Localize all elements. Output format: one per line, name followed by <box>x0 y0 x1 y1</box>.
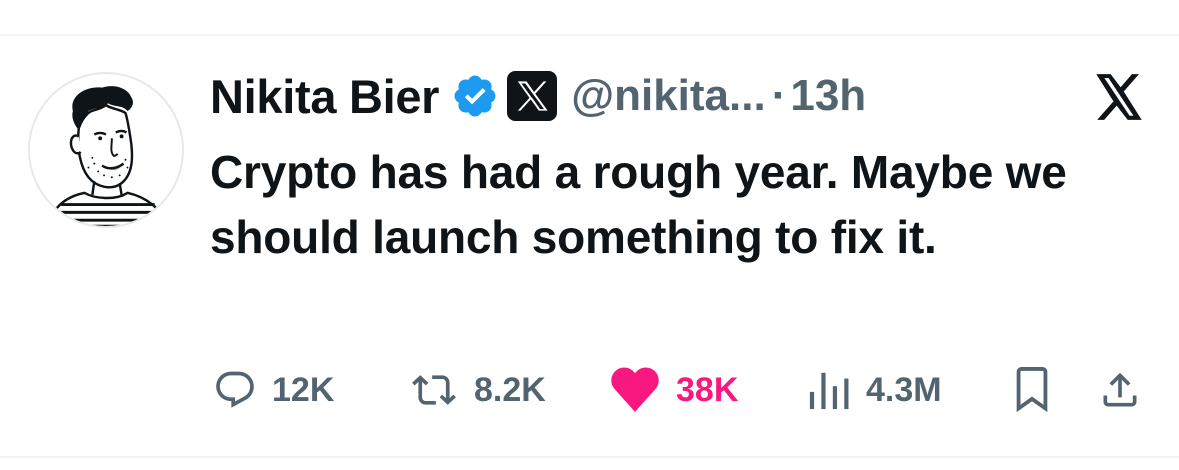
bottom-divider <box>0 456 1179 458</box>
x-logo-icon[interactable] <box>1094 74 1144 120</box>
reply-icon <box>212 368 258 412</box>
heart-icon <box>608 366 662 414</box>
avatar-illustration-icon <box>48 86 168 226</box>
bookmark-icon <box>1012 367 1052 413</box>
tweet-header: Nikita Bier @nikita... · 13h <box>210 66 866 126</box>
views-chart-icon <box>806 369 852 411</box>
separator-dot: · <box>771 71 787 120</box>
tweet-text: Crypto has had a rough year. Maybe we sh… <box>210 146 1067 263</box>
share-button[interactable] <box>1098 360 1142 420</box>
x-affiliate-icon[interactable] <box>507 71 558 121</box>
retweet-button[interactable]: 8.2K <box>408 360 546 420</box>
like-button[interactable]: 38K <box>608 360 738 420</box>
views-count: 4.3M <box>866 370 942 409</box>
display-name[interactable]: Nikita Bier <box>210 69 439 124</box>
avatar[interactable] <box>28 72 184 228</box>
reply-count: 12K <box>272 370 335 409</box>
author-handle[interactable]: @nikita... <box>571 71 766 121</box>
retweet-icon <box>408 368 460 412</box>
verified-badge-icon[interactable] <box>451 72 499 120</box>
share-icon <box>1098 367 1142 413</box>
action-bar: 12K 8.2K 38K 4.3M <box>0 360 1179 420</box>
retweet-count: 8.2K <box>474 370 546 409</box>
top-divider <box>0 34 1179 36</box>
tweet-timestamp[interactable]: 13h <box>790 71 866 121</box>
reply-button[interactable]: 12K <box>212 360 334 420</box>
tweet-card: Nikita Bier @nikita... · 13h Crypto has … <box>0 0 1179 470</box>
like-count: 38K <box>676 370 739 409</box>
bookmark-button[interactable] <box>1012 360 1052 420</box>
views-button[interactable]: 4.3M <box>806 360 942 420</box>
